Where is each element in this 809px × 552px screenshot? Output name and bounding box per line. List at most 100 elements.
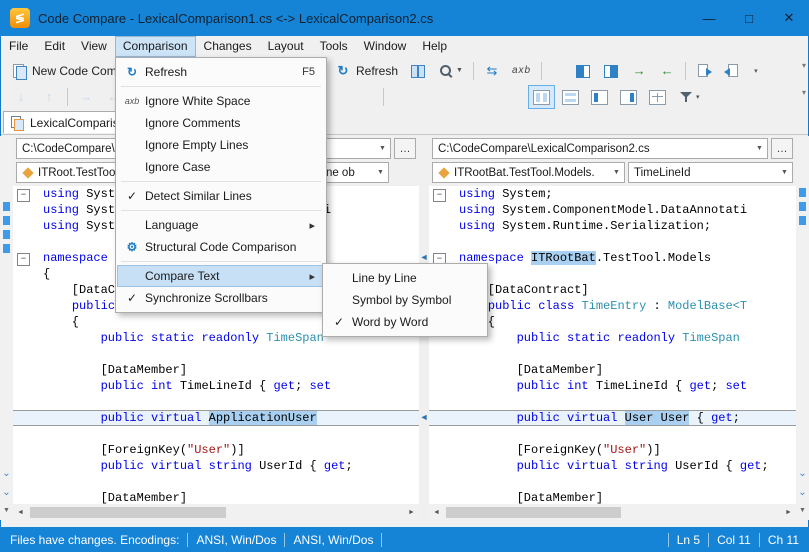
copy-to-right-button[interactable] — [691, 59, 717, 83]
menu-window[interactable]: Window — [356, 36, 415, 57]
menu-item-ignore-case[interactable]: Ignore Case — [117, 156, 325, 178]
menu-item-refresh[interactable]: ↻RefreshF5 — [117, 61, 325, 83]
right-browse-button[interactable]: … — [771, 138, 793, 159]
code-segment — [108, 251, 115, 265]
scroll-track[interactable] — [444, 505, 781, 520]
menu-item-word-by-word[interactable]: ✓Word by Word — [324, 311, 486, 333]
diff-connector-icon[interactable]: ◄ — [419, 252, 429, 262]
toolbar-overflow-icon[interactable]: ▾ — [802, 88, 806, 97]
copy-change-right-button[interactable]: → — [73, 85, 99, 109]
menu-item-language[interactable]: Language▸ — [117, 214, 325, 236]
left-browse-button[interactable]: … — [394, 138, 416, 159]
chevron-down-icon[interactable]: ▼ — [375, 145, 390, 152]
menu-changes[interactable]: Changes — [196, 36, 260, 57]
code-text: public virtual string UserId { get; — [43, 458, 419, 474]
toolbar-separator — [685, 62, 686, 80]
left-hscrollbar[interactable]: ◄ ► — [13, 505, 419, 520]
copy-to-left-button[interactable] — [719, 59, 745, 83]
code-line — [13, 346, 419, 362]
menu-comparison[interactable]: Comparison — [115, 36, 196, 57]
menu-item-synchronize-scrollbars[interactable]: ✓Synchronize Scrollbars — [117, 287, 325, 309]
menu-item-ignore-white-space[interactable]: axbIgnore White Space — [117, 90, 325, 112]
scroll-left-icon[interactable]: ◄ — [429, 509, 444, 516]
diff-connector-icon[interactable]: ◄ — [419, 412, 429, 422]
layout-left-only-button[interactable] — [586, 85, 613, 109]
right-path-combo[interactable]: C:\CodeCompare\LexicalComparison2.cs ▼ — [432, 138, 768, 159]
menu-layout[interactable]: Layout — [260, 36, 312, 57]
next-change-scroll-button[interactable]: ⌄ — [796, 465, 809, 482]
minimize-button[interactable]: — — [689, 0, 729, 36]
menu-view[interactable]: View — [73, 36, 115, 57]
right-symbol-combo[interactable]: ITRootBat.TestTool.Models. ▼ — [432, 162, 625, 183]
chevron-down-icon[interactable]: ▼ — [609, 169, 624, 176]
chevron-down-icon[interactable]: ▼ — [752, 145, 767, 152]
maximize-button[interactable]: □ — [729, 0, 769, 36]
right-member-combo[interactable]: TimeLineId ▼ — [628, 162, 793, 183]
collapse-icon[interactable]: − — [17, 189, 30, 202]
menu-separator — [121, 210, 321, 211]
code-segment — [144, 331, 151, 345]
show-right-pane-button[interactable] — [598, 59, 624, 83]
fold-marker[interactable]: − — [429, 186, 459, 202]
next-difference-button[interactable]: → — [626, 59, 652, 83]
layout-two-vertical-button[interactable] — [528, 85, 555, 109]
previous-difference-button[interactable]: ← — [654, 59, 680, 83]
code-segment: public — [517, 411, 560, 425]
find-button[interactable]: ▼ — [433, 59, 468, 83]
show-left-pane-button[interactable] — [570, 59, 596, 83]
word-wrap-button[interactable] — [352, 85, 378, 109]
refresh-button[interactable]: ↻ Refresh — [330, 59, 403, 83]
left-vscrollbar[interactable]: ⌄ ⌄ ▼ — [0, 136, 13, 520]
menu-item-detect-similar-lines[interactable]: ✓Detect Similar Lines — [117, 185, 325, 207]
menu-edit[interactable]: Edit — [36, 36, 73, 57]
code-line — [429, 426, 796, 442]
menu-item-ignore-empty-lines[interactable]: Ignore Empty Lines — [117, 134, 325, 156]
right-vscrollbar[interactable]: ⌄ ⌄ ▼ — [796, 136, 809, 520]
collapse-icon[interactable]: − — [433, 189, 446, 202]
menu-item-compare-text[interactable]: Compare Text▸ — [117, 265, 325, 287]
toolbar-overflow-icon[interactable]: ▾ — [802, 61, 806, 70]
right-code-area[interactable]: −using System;using System.ComponentMode… — [429, 186, 796, 504]
scroll-track[interactable] — [28, 505, 404, 520]
next-change-button[interactable]: ↓ — [8, 85, 34, 109]
filter-button[interactable]: ▾ — [673, 85, 705, 109]
menu-item-line-by-line[interactable]: Line by Line — [324, 267, 486, 289]
close-button[interactable]: ✕ — [769, 0, 809, 36]
right-hscrollbar[interactable]: ◄ ► — [429, 505, 796, 520]
scroll-down-button[interactable]: ▼ — [0, 502, 13, 519]
structural-comparison-button[interactable] — [405, 59, 431, 83]
menu-item-symbol-by-symbol[interactable]: Symbol by Symbol — [324, 289, 486, 311]
ignore-whitespace-button[interactable]: axb — [507, 59, 536, 83]
scroll-down-button[interactable]: ▼ — [796, 502, 809, 519]
layout-right-only-button[interactable] — [615, 85, 642, 109]
menu-help[interactable]: Help — [414, 36, 455, 57]
menu-shortcut: F5 — [279, 66, 323, 78]
swap-sides-button[interactable]: ⇆ — [479, 59, 505, 83]
right-symbol-row: ITRootBat.TestTool.Models. ▼ TimeLineId … — [432, 162, 793, 183]
fold-marker[interactable]: − — [13, 186, 43, 202]
last-change-scroll-button[interactable]: ⌄ — [796, 484, 809, 501]
layout-grid-button[interactable] — [644, 85, 671, 109]
fold-marker[interactable]: − — [13, 250, 43, 266]
scroll-left-icon[interactable]: ◄ — [13, 509, 28, 516]
scroll-thumb[interactable] — [446, 507, 621, 518]
collapse-icon[interactable]: − — [17, 253, 30, 266]
code-segment — [144, 379, 151, 393]
scroll-right-icon[interactable]: ► — [781, 509, 796, 516]
menu-tools[interactable]: Tools — [312, 36, 356, 57]
chevron-down-icon[interactable]: ▼ — [777, 169, 792, 176]
menu-item-label: Word by Word — [352, 315, 440, 329]
menu-item-ignore-comments[interactable]: Ignore Comments — [117, 112, 325, 134]
menu-item-structural-code-comparison[interactable]: ⚙Structural Code Comparison — [117, 236, 325, 258]
menu-file[interactable]: File — [1, 36, 36, 57]
right-symbol-value: ITRootBat.TestTool.Models. — [454, 167, 595, 179]
chevron-down-icon[interactable]: ▼ — [373, 169, 388, 176]
scroll-right-icon[interactable]: ► — [404, 509, 419, 516]
scroll-thumb[interactable] — [30, 507, 226, 518]
previous-change-button[interactable]: ↑ — [36, 85, 62, 109]
layout-two-horizontal-button[interactable] — [557, 85, 584, 109]
last-change-scroll-button[interactable]: ⌄ — [0, 484, 13, 501]
show-changed-lines-button[interactable] — [324, 85, 350, 109]
next-change-scroll-button[interactable]: ⌄ — [0, 465, 13, 482]
toolbar-options-button[interactable]: ▾ — [747, 59, 763, 83]
